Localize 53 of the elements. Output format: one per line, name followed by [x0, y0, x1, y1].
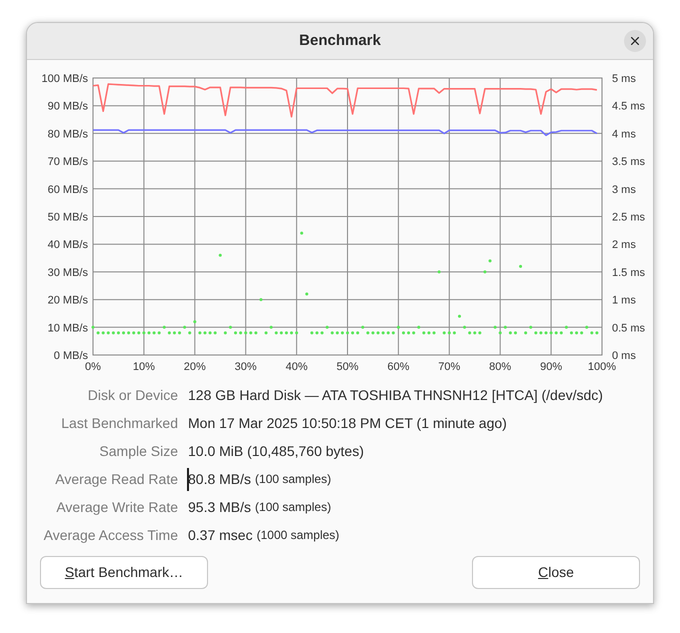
detail-value: 80.8 MB/s [188, 470, 252, 488]
y-axis-label: 0 MB/s [54, 350, 88, 362]
x-axis-label: 20% [184, 361, 206, 373]
x-axis-label: 10% [132, 361, 155, 373]
y-axis-label: 80 MB/s [48, 128, 88, 140]
detail-note: (1000 samples) [256, 527, 340, 544]
close-icon [631, 37, 639, 45]
detail-label: Disk or Device [88, 386, 178, 404]
x-axis-label: 0% [85, 361, 101, 373]
detail-value: 95.3 MB/s [188, 498, 252, 516]
x-axis-label: 60% [387, 361, 410, 373]
x-axis-label: 90% [540, 361, 562, 373]
detail-label: Average Write Rate [56, 498, 178, 517]
detail-label: Sample Size [99, 442, 178, 461]
x-axis-label: 100% [588, 361, 616, 373]
x-axis-label: 30% [234, 361, 257, 373]
x-axis-label: 80% [489, 361, 512, 373]
y2-axis-label: 0.5 ms [612, 322, 646, 334]
y2-axis-label: 3 ms [612, 184, 636, 196]
y2-axis-label: 0 ms [612, 350, 636, 362]
y2-axis-label: 2.5 ms [612, 212, 646, 224]
y-axis-label: 60 MB/s [48, 184, 88, 196]
y2-axis-label: 4.5 ms [612, 100, 646, 113]
window-title: Benchmark [299, 30, 381, 51]
x-axis-label: 50% [336, 361, 359, 373]
y-axis-label: 50 MB/s [48, 212, 88, 224]
detail-value: 10.0 MiB (10,485,760 bytes) [188, 442, 364, 461]
x-axis-label: 70% [438, 361, 460, 373]
y-axis-label: 20 MB/s [48, 294, 88, 307]
y-axis-label: 30 MB/s [48, 266, 88, 279]
detail-value: 128 GB Hard Disk — ATA TOSHIBA THNSNH12 [HTCA] (/dev/sdc) [188, 386, 603, 405]
y2-axis-label: 1 ms [612, 294, 636, 307]
close-button[interactable] [624, 30, 646, 52]
dialog-button[interactable]: Start Benchmark… [40, 556, 208, 589]
detail-label: Average Access Time [44, 526, 178, 545]
detail-label: Average Read Rate [55, 470, 178, 489]
y-axis-label: 40 MB/s [48, 239, 88, 252]
y2-axis-label: 5 ms [612, 73, 636, 85]
y-axis-label: 90 MB/s [48, 100, 88, 113]
y2-axis-label: 4 ms [612, 128, 636, 140]
y2-axis-label: 1.5 ms [612, 266, 646, 279]
y-axis-label: 10 MB/s [48, 322, 88, 334]
dialog-button[interactable]: Close [472, 556, 640, 589]
y-axis-label: 70 MB/s [48, 156, 88, 168]
detail-note: (100 samples) [255, 471, 332, 488]
detail-label: Last Benchmarked [61, 414, 178, 432]
detail-value: Mon 17 Mar 2025 10:50:18 PM CET (1 minute ago) [188, 414, 507, 433]
y2-axis-label: 2 ms [612, 239, 636, 252]
y-axis-label: 100 MB/s [42, 73, 88, 85]
x-axis-label: 40% [286, 361, 308, 373]
y2-axis-label: 3.5 ms [612, 156, 646, 168]
detail-value: 0.37 msec [188, 526, 253, 544]
detail-note: (100 samples) [255, 499, 332, 516]
